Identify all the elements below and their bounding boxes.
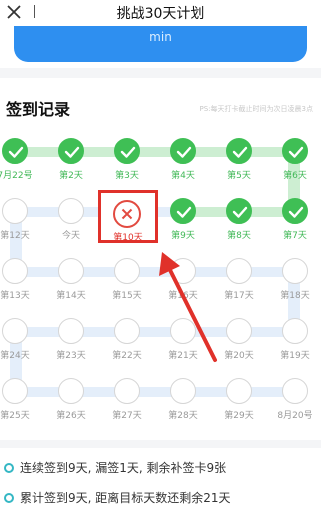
stat-text: 连续签到9天, 漏签1天, 剩余补签卡9张 bbox=[20, 461, 227, 475]
stat-line-total: 累计签到9天, 距离目标天数还剩余21天 bbox=[4, 489, 231, 506]
stat-text: 累计签到9天, 距离目标天数还剩余21天 bbox=[20, 491, 231, 505]
bullet-ring-icon bbox=[4, 463, 14, 473]
checkin-grid: 7月22号 第2天 第3天 第4天 第5天 第6天 第12天 今天 第10天 第… bbox=[0, 0, 321, 440]
stat-line-streak: 连续签到9天, 漏签1天, 剩余补签卡9张 bbox=[4, 459, 226, 476]
annotation-arrow bbox=[159, 252, 217, 362]
stats-separator bbox=[0, 440, 321, 448]
bullet-ring-icon bbox=[4, 493, 14, 503]
